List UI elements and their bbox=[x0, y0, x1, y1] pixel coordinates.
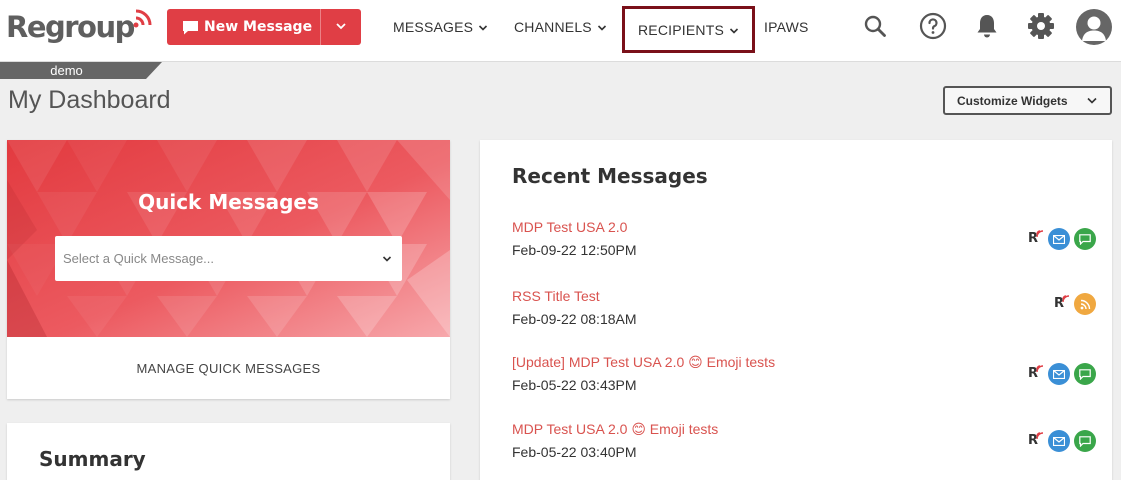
nav-ipaws-label: IPAWS bbox=[764, 19, 809, 35]
summary-widget: Summary bbox=[7, 423, 450, 480]
message-bubble-icon bbox=[183, 20, 198, 34]
regroup-channel-icon: R bbox=[1028, 432, 1044, 450]
rss-icon bbox=[1074, 293, 1096, 315]
regroup-channel-icon: R bbox=[1028, 230, 1044, 248]
message-channels: R bbox=[1028, 363, 1096, 385]
nav-recipients[interactable]: RECIPIENTS bbox=[622, 6, 756, 53]
logo-text: Regroup bbox=[6, 10, 135, 44]
message-channels: R bbox=[1028, 430, 1096, 452]
recent-message-item[interactable]: MDP Test USA 2.0 Feb-09-22 12:50PM R bbox=[512, 218, 1096, 268]
message-title-link[interactable]: RSS Title Test bbox=[512, 287, 1092, 305]
message-date: Feb-05-22 03:43PM bbox=[512, 377, 637, 393]
recent-messages-widget: Recent Messages MDP Test USA 2.0 Feb-09-… bbox=[480, 140, 1112, 480]
search-button[interactable] bbox=[857, 8, 893, 44]
nav-recipients-label: RECIPIENTS bbox=[638, 21, 725, 38]
user-icon bbox=[1082, 16, 1106, 41]
message-date: Feb-09-22 12:50PM bbox=[512, 242, 637, 258]
chevron-down-icon bbox=[597, 25, 606, 31]
new-message-button[interactable]: New Message bbox=[167, 9, 361, 45]
sms-icon bbox=[1074, 430, 1096, 452]
button-divider bbox=[320, 9, 321, 45]
regroup-channel-icon: R bbox=[1054, 295, 1070, 313]
page-title: My Dashboard bbox=[8, 86, 171, 114]
message-title-link[interactable]: MDP Test USA 2.0 bbox=[512, 218, 1092, 236]
customize-widgets-button[interactable]: Customize Widgets bbox=[943, 86, 1112, 115]
broadcast-waves-icon bbox=[133, 9, 152, 28]
message-channels: R bbox=[1054, 293, 1096, 315]
chevron-down-icon bbox=[382, 256, 392, 262]
help-icon bbox=[919, 12, 947, 40]
gear-icon bbox=[1028, 13, 1054, 39]
message-channels: R bbox=[1028, 228, 1096, 250]
settings-button[interactable] bbox=[1023, 8, 1059, 44]
recent-message-item[interactable]: [Update] MDP Test USA 2.0 😊 Emoji tests … bbox=[512, 353, 1096, 403]
chevron-down-icon[interactable] bbox=[335, 21, 347, 31]
email-icon bbox=[1048, 228, 1070, 250]
regroup-logo[interactable]: Regroup bbox=[6, 8, 154, 48]
recent-message-item[interactable]: MDP Test USA 2.0 😊 Emoji tests Feb-05-22… bbox=[512, 420, 1096, 470]
chevron-down-icon bbox=[479, 25, 488, 31]
email-icon bbox=[1048, 430, 1070, 452]
nav-channels[interactable]: CHANNELS bbox=[514, 0, 607, 54]
sms-icon bbox=[1074, 228, 1096, 250]
search-icon bbox=[864, 15, 886, 37]
sms-icon bbox=[1074, 363, 1096, 385]
customize-widgets-label: Customize Widgets bbox=[957, 93, 1068, 108]
top-navigation-bar: Regroup New Message MESSAGES CHANNELS RE… bbox=[0, 0, 1121, 62]
email-icon bbox=[1048, 363, 1070, 385]
message-title-link[interactable]: [Update] MDP Test USA 2.0 😊 Emoji tests bbox=[512, 353, 1092, 371]
new-message-label: New Message bbox=[204, 19, 313, 35]
nav-ipaws[interactable]: IPAWS bbox=[764, 0, 809, 54]
manage-quick-messages-link[interactable]: MANAGE QUICK MESSAGES bbox=[7, 337, 450, 399]
environment-tab: demo bbox=[0, 62, 162, 79]
nav-messages[interactable]: MESSAGES bbox=[393, 0, 488, 54]
nav-messages-label: MESSAGES bbox=[393, 19, 474, 35]
environment-tab-label: demo bbox=[50, 63, 83, 78]
quick-messages-title: Quick Messages bbox=[138, 190, 319, 214]
recent-messages-title: Recent Messages bbox=[512, 164, 708, 188]
chevron-down-icon bbox=[1087, 97, 1097, 104]
quick-messages-widget: Quick Messages Select a Quick Message...… bbox=[7, 140, 450, 399]
regroup-channel-icon: R bbox=[1028, 365, 1044, 383]
user-avatar[interactable] bbox=[1076, 9, 1112, 45]
nav-channels-label: CHANNELS bbox=[514, 19, 592, 35]
quick-message-select[interactable]: Select a Quick Message... bbox=[55, 236, 402, 281]
quick-message-select-placeholder: Select a Quick Message... bbox=[63, 251, 215, 266]
bell-icon bbox=[977, 15, 997, 38]
notifications-button[interactable] bbox=[969, 8, 1005, 44]
summary-title: Summary bbox=[39, 447, 146, 471]
chevron-down-icon bbox=[729, 27, 739, 34]
message-date: Feb-09-22 08:18AM bbox=[512, 311, 637, 327]
recent-message-item[interactable]: RSS Title Test Feb-09-22 08:18AM R bbox=[512, 287, 1096, 337]
message-date: Feb-05-22 03:40PM bbox=[512, 444, 637, 460]
quick-messages-banner: Quick Messages Select a Quick Message... bbox=[7, 140, 450, 337]
message-title-link[interactable]: MDP Test USA 2.0 😊 Emoji tests bbox=[512, 420, 1092, 438]
help-button[interactable] bbox=[915, 8, 951, 44]
